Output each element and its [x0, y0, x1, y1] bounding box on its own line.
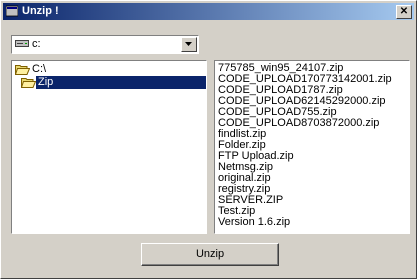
file-item[interactable]: Version 1.6.zip — [218, 217, 290, 228]
dropdown-button[interactable] — [181, 37, 197, 52]
chevron-down-icon — [185, 42, 192, 46]
directory-list[interactable]: C:\ Zip — [11, 60, 207, 234]
close-button[interactable]: ✕ — [396, 5, 412, 19]
directory-item-root[interactable]: C:\ — [12, 63, 204, 76]
unzip-window: Unzip ! ✕ c: C:\ Zip 775785_win95_24107.… — [0, 0, 417, 279]
directory-label: Zip — [36, 76, 206, 89]
drive-select-value: c: — [32, 38, 41, 50]
drive-icon — [15, 40, 29, 47]
folder-open-icon — [15, 65, 30, 75]
directory-item-zip[interactable]: Zip — [12, 76, 206, 89]
directory-label: C:\ — [32, 63, 47, 75]
file-list[interactable]: 775785_win95_24107.zip CODE_UPLOAD170773… — [214, 60, 410, 234]
drive-select[interactable]: c: — [11, 35, 199, 54]
window-title: Unzip ! — [22, 5, 59, 17]
app-icon — [6, 5, 18, 17]
folder-open-icon — [21, 78, 36, 88]
title-bar[interactable]: Unzip ! ✕ — [3, 3, 414, 20]
unzip-button[interactable]: Unzip — [141, 243, 279, 266]
